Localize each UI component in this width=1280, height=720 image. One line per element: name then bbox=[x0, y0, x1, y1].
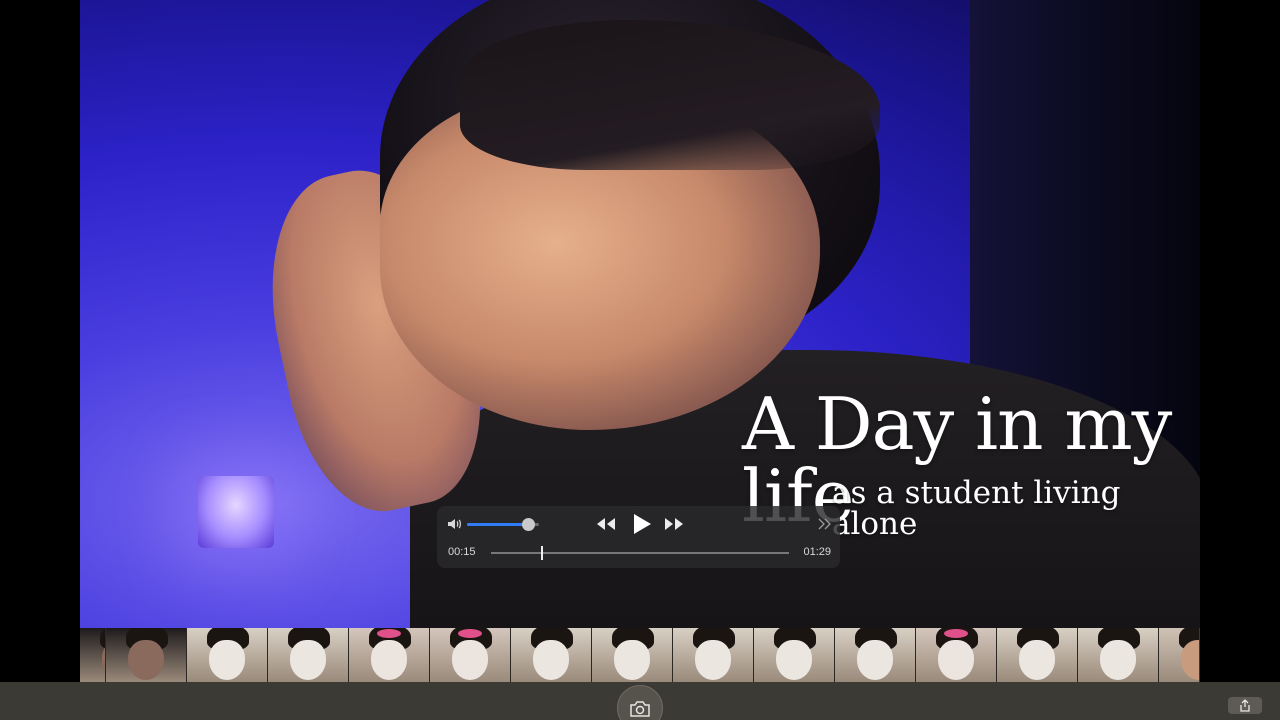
filmstrip-frame[interactable] bbox=[430, 628, 511, 682]
double-chevron-right-icon[interactable] bbox=[817, 517, 833, 531]
frame-bow bbox=[944, 629, 968, 638]
filmstrip-frame[interactable] bbox=[1159, 628, 1199, 682]
bottom-toolbar bbox=[0, 682, 1280, 720]
frame-face bbox=[533, 640, 569, 680]
playhead[interactable] bbox=[540, 546, 543, 560]
current-time: 00:15 bbox=[448, 546, 476, 558]
filmstrip-frame[interactable] bbox=[754, 628, 835, 682]
frame-face bbox=[1100, 640, 1136, 680]
fast-forward-icon[interactable] bbox=[663, 517, 685, 531]
filmstrip-frame[interactable] bbox=[916, 628, 997, 682]
filmstrip-frame[interactable] bbox=[1078, 628, 1159, 682]
filmstrip-frame[interactable] bbox=[80, 628, 106, 682]
volume-knob[interactable] bbox=[522, 518, 536, 531]
frame-face bbox=[695, 640, 731, 680]
screenshot-button[interactable] bbox=[617, 685, 663, 720]
scrubber[interactable] bbox=[491, 546, 789, 560]
playback-hud: 00:15 01:29 bbox=[437, 506, 840, 568]
speaker-icon[interactable] bbox=[447, 517, 463, 531]
frame-face bbox=[857, 640, 893, 680]
filmstrip[interactable] bbox=[80, 628, 1200, 682]
frame-face bbox=[128, 640, 164, 680]
volume-level bbox=[467, 523, 529, 526]
rewind-icon[interactable] bbox=[595, 517, 617, 531]
camera-icon bbox=[630, 701, 650, 717]
duration: 01:29 bbox=[803, 546, 831, 558]
filmstrip-frame[interactable] bbox=[673, 628, 754, 682]
frame-bow bbox=[458, 629, 482, 638]
frame-bow bbox=[377, 629, 401, 638]
filmstrip-frame[interactable] bbox=[835, 628, 916, 682]
frame-face bbox=[1019, 640, 1055, 680]
filmstrip-frame[interactable] bbox=[511, 628, 592, 682]
frame-face bbox=[938, 640, 974, 680]
frame-face bbox=[776, 640, 812, 680]
share-button[interactable] bbox=[1228, 697, 1262, 714]
frame-face bbox=[290, 640, 326, 680]
filmstrip-frame[interactable] bbox=[997, 628, 1078, 682]
filmstrip-frame[interactable] bbox=[592, 628, 673, 682]
lamp bbox=[198, 476, 274, 548]
video-subtitle: as a student living alone bbox=[832, 475, 1121, 542]
filmstrip-frame[interactable] bbox=[106, 628, 187, 682]
filmstrip-frame[interactable] bbox=[187, 628, 268, 682]
frame-face bbox=[209, 640, 245, 680]
play-icon[interactable] bbox=[629, 512, 653, 536]
frame-face bbox=[452, 640, 488, 680]
frame-face bbox=[371, 640, 407, 680]
share-icon bbox=[1240, 699, 1250, 712]
filmstrip-frame[interactable] bbox=[349, 628, 430, 682]
filmstrip-frame[interactable] bbox=[268, 628, 349, 682]
volume-slider[interactable] bbox=[467, 518, 539, 531]
frame-face bbox=[614, 640, 650, 680]
